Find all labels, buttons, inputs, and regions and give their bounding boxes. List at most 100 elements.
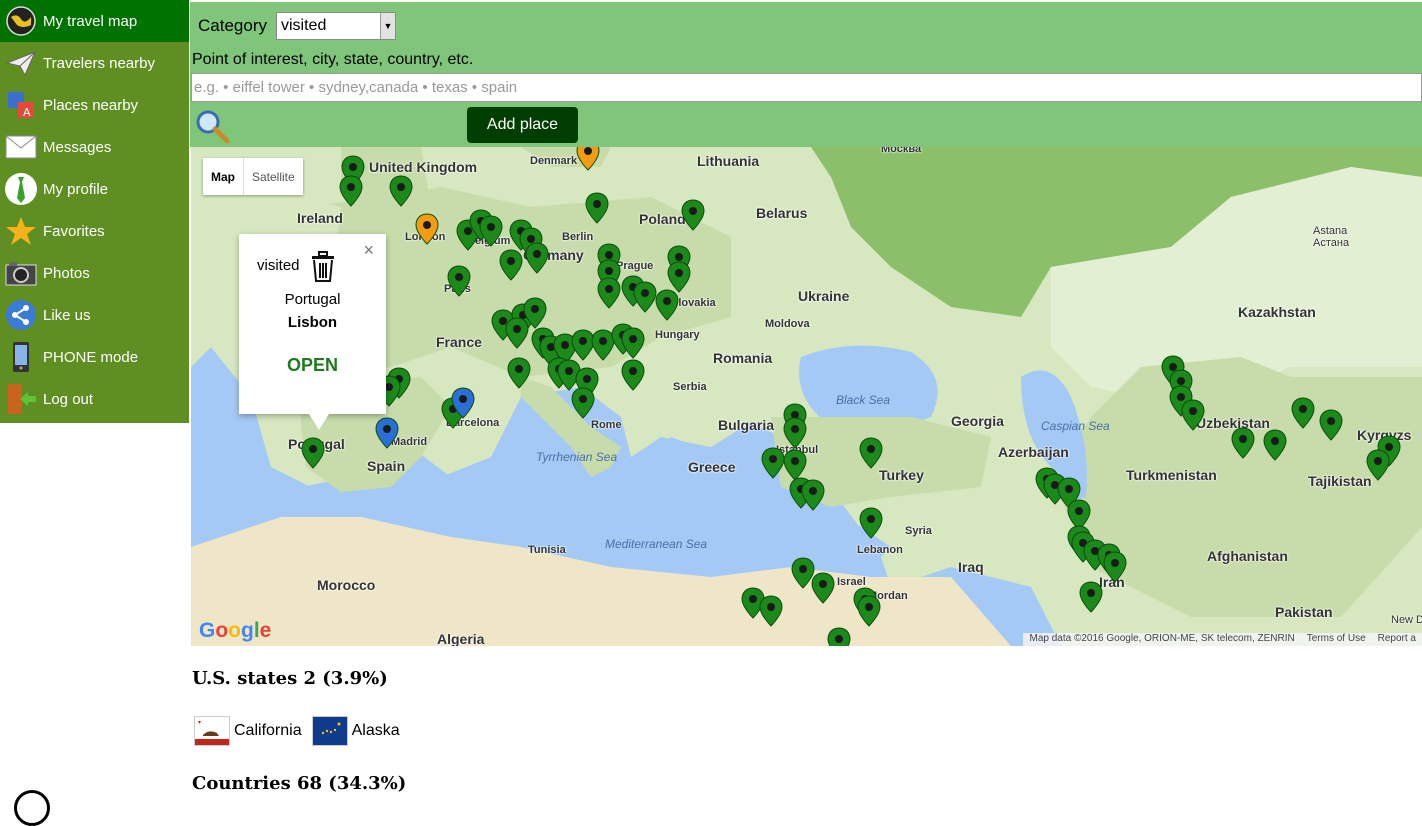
sidebar-item-label: Photos [43, 264, 90, 282]
visited-pin-icon[interactable] [1181, 399, 1205, 431]
visited-pin-icon[interactable] [525, 242, 549, 274]
poi-label: Point of interest, city, state, country,… [192, 51, 474, 68]
visited-pin-icon[interactable] [621, 327, 645, 359]
category-select-value: visited [281, 17, 327, 34]
visited-pin-icon[interactable] [859, 437, 883, 469]
tie-icon [4, 172, 38, 206]
sidebar-item-my-travel-map[interactable]: My travel map [0, 0, 189, 42]
sidebar-item-phone-mode[interactable]: PHONE mode [0, 336, 189, 378]
close-icon[interactable]: × [363, 240, 374, 261]
category-label: Category [198, 16, 267, 35]
search-icon[interactable] [194, 108, 230, 144]
visited-pin-icon[interactable] [801, 479, 825, 511]
map-label: Prague [616, 260, 654, 272]
place-info-popup: × visited Portugal Lisbon OPEN [239, 234, 386, 430]
sidebar-item-label: My travel map [43, 12, 138, 30]
home-pin-icon[interactable] [375, 417, 399, 449]
popup-country: Portugal [284, 291, 341, 308]
visited-pin-icon[interactable] [1319, 409, 1343, 441]
visited-pin-icon[interactable] [827, 627, 851, 646]
sidebar-item-photos[interactable]: Photos [0, 252, 189, 294]
popup-open-link[interactable]: OPEN [239, 355, 386, 376]
visited-pin-icon[interactable] [339, 175, 363, 207]
sidebar-item-my-profile[interactable]: My profile [0, 168, 189, 210]
visited-pin-icon[interactable] [505, 317, 529, 349]
sidebar-item-travelers-nearby[interactable]: Travelers nearby [0, 42, 189, 84]
wish-pin-icon[interactable] [576, 147, 600, 171]
map-label: Iraq [958, 559, 984, 575]
sidebar-item-log-out[interactable]: Log out [0, 378, 189, 420]
visited-pin-icon[interactable] [301, 437, 325, 469]
visited-pin-icon[interactable] [499, 249, 523, 281]
visited-pin-icon[interactable] [1103, 551, 1127, 583]
sidebar-item-label: Travelers nearby [43, 54, 155, 72]
visited-pin-icon[interactable] [1291, 397, 1315, 429]
map-label: Lithuania [697, 153, 760, 169]
google-logo: Google [199, 619, 272, 642]
popup-status: visited [257, 257, 300, 274]
visited-pin-icon[interactable] [447, 265, 471, 297]
poi-search-input[interactable]: e.g. • eiffel tower • sydney,canada • te… [191, 73, 1422, 102]
travel-map[interactable]: Denmark Lithuania Москва United Kingdom … [191, 147, 1422, 646]
visited-pin-icon[interactable] [389, 175, 413, 207]
home-pin-icon[interactable] [451, 387, 475, 419]
sidebar-item-places-nearby[interactable]: A Places nearby [0, 84, 189, 126]
paper-plane-icon [4, 46, 38, 80]
visited-pin-icon[interactable] [1366, 449, 1390, 481]
sidebar-item-like-us[interactable]: Like us [0, 294, 189, 336]
visited-pin-icon[interactable] [1263, 429, 1287, 461]
sidebar-item-label: Places nearby [43, 96, 139, 114]
state-name[interactable]: Alaska [352, 722, 400, 740]
map-label: New Del [1391, 614, 1422, 626]
visited-pin-icon[interactable] [1231, 427, 1255, 459]
map-label: Spain [367, 458, 406, 474]
visited-pin-icon[interactable] [479, 215, 503, 247]
sidebar-item-favorites[interactable]: Favorites [0, 210, 189, 252]
visited-pin-icon[interactable] [783, 417, 807, 449]
visited-pin-icon[interactable] [761, 447, 785, 479]
state-name[interactable]: California [234, 722, 302, 740]
map-type-map-button[interactable]: Map [203, 158, 244, 195]
sidebar-item-messages[interactable]: Messages [0, 126, 189, 168]
map-type-satellite-button[interactable]: Satellite [244, 158, 303, 195]
star-icon [4, 214, 38, 248]
map-label: Belarus [756, 205, 808, 221]
visited-pin-icon[interactable] [759, 595, 783, 627]
map-label: Georgia [951, 413, 1004, 429]
visited-pin-icon[interactable] [811, 572, 835, 604]
map-type-control: Map Satellite [203, 158, 303, 195]
map-label: Afghanistan [1207, 548, 1288, 564]
visited-pin-icon[interactable] [571, 387, 595, 419]
trash-icon[interactable] [309, 250, 337, 282]
visited-pin-icon[interactable] [859, 507, 883, 539]
visited-pin-icon[interactable] [507, 357, 531, 389]
map-label: France [436, 334, 482, 350]
countries-title: Countries 68 (34.3%) [192, 773, 407, 794]
visited-pin-icon[interactable] [1079, 581, 1103, 613]
visited-pin-icon[interactable] [597, 277, 621, 309]
wish-pin-icon[interactable] [415, 213, 439, 245]
map-label: Bulgaria [718, 417, 775, 433]
map-label: Rome [591, 419, 622, 431]
category-select[interactable]: visited ▼ [276, 12, 396, 40]
visited-pin-icon[interactable] [655, 289, 679, 321]
add-place-button[interactable]: Add place [467, 107, 578, 143]
map-label: Astana [1313, 225, 1348, 237]
map-label: Black Sea [836, 393, 891, 407]
terms-link[interactable]: Terms of Use [1301, 633, 1372, 646]
visited-pin-icon[interactable] [621, 359, 645, 391]
visited-pin-icon[interactable] [681, 199, 705, 231]
map-label: Tyrrhenian Sea [536, 450, 618, 464]
map-label: Москва [881, 147, 922, 155]
map-label: Lebanon [857, 544, 903, 556]
map-label: Caspian Sea [1041, 419, 1110, 433]
map-label: Hungary [655, 329, 700, 341]
visited-pin-icon[interactable] [857, 595, 881, 627]
map-label: Turkmenistan [1126, 467, 1217, 483]
map-label: Ireland [297, 210, 343, 226]
report-link[interactable]: Report a [1372, 633, 1422, 646]
visited-pin-icon[interactable] [633, 281, 657, 313]
visited-pin-icon[interactable] [585, 192, 609, 224]
map-label: Ukraine [798, 288, 850, 304]
map-label: Serbia [673, 381, 707, 393]
